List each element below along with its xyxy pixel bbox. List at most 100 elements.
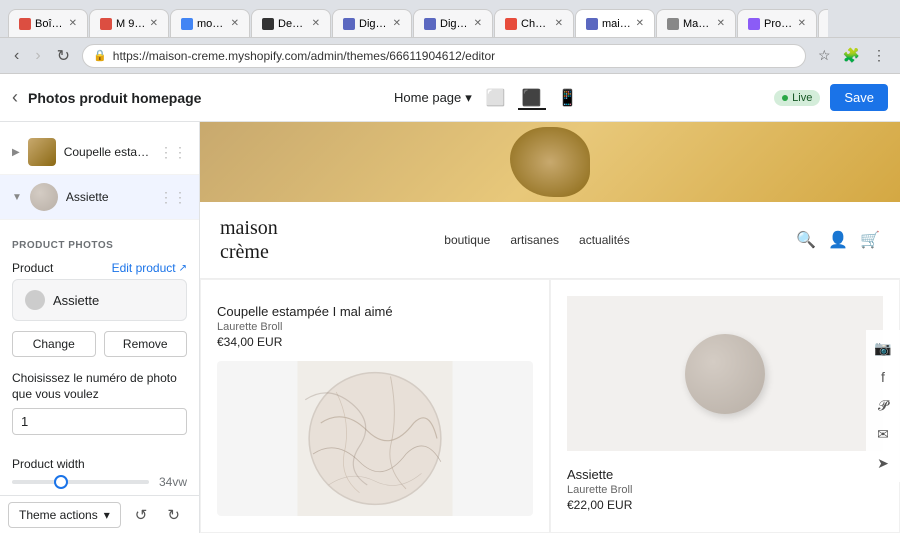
sidebar-chevron-down-icon: ▼ [12,192,22,203]
tab-digital2[interactable]: Digital …✕ [413,9,493,37]
facebook-icon[interactable]: f [872,369,894,385]
edit-product-link[interactable]: Edit product ↗ [112,261,187,275]
page-title: Photos produit homepage [28,90,201,106]
theme-actions-button[interactable]: Theme actions ▾ [8,502,121,528]
product-field-row: Product Edit product ↗ Assiette Change R… [12,261,187,357]
social-bar: 📷 f 𝓟 ✉ ➤ [866,330,900,482]
product1-name: Coupelle estampée I mal aimé [217,304,533,319]
mobile-viewport-button[interactable]: 📱 [554,86,582,110]
product1-maker: Laurette Broll [217,321,533,333]
nav-boutique[interactable]: boutique [444,233,490,247]
sidebar-avatar-assiette [30,183,58,211]
tab-projet[interactable]: Projet 2…✕ [737,9,817,37]
product-width-range-row: 34vw [12,475,187,489]
top-image-object [510,127,590,197]
product2-name: Assiette [567,467,883,482]
nav-back-button[interactable]: ‹ [10,45,23,67]
change-product-button[interactable]: Change [12,331,96,357]
live-label: Live [792,92,812,104]
remove-product-button[interactable]: Remove [104,331,188,357]
more-button[interactable]: ⋮ [868,45,890,66]
email-icon[interactable]: ✉ [872,426,894,443]
dropdown-arrow-icon: ▾ [104,508,110,522]
main-content: ▶ Coupelle estampée I … ⋮⋮ ▼ Assiette ⋮⋮… [0,122,900,533]
drag-handle-icon[interactable]: ⋮⋮ [159,144,187,161]
save-button[interactable]: Save [830,84,888,111]
tab-gmail2[interactable]: M 9 nouv…✕ [89,9,169,37]
sidebar-item-assiette[interactable]: ▼ Assiette ⋮⋮ [0,175,199,220]
home-page-selector[interactable]: Home page ▾ [394,86,472,110]
product-label-text: Product [12,261,53,275]
tab-gcalc[interactable]: G calcula…✕ [818,9,828,37]
tab-monco[interactable]: mon co…✕ [170,9,250,37]
product-photos-section-label: PRODUCT PHOTOS [12,240,187,251]
product-width-field: Product width 34vw [12,457,187,489]
tab-develo[interactable]: Develo:…✕ [251,9,331,37]
pinterest-icon[interactable]: 𝓟 [872,397,894,414]
product-cell-2: Assiette Laurette Broll €22,00 EUR [550,279,900,533]
product2-maker: Laurette Broll [567,484,883,496]
sidebar-avatar-coupelle [28,138,56,166]
nav-artisanes[interactable]: artisanes [510,233,559,247]
nav-actualites[interactable]: actualités [579,233,630,247]
app: ‹ Photos produit homepage Home page ▾ ⬜ … [0,74,900,533]
product1-info: Coupelle estampée I mal aimé Laurette Br… [217,296,533,353]
search-icon[interactable]: 🔍 [796,230,816,250]
product2-price: €22,00 EUR [567,498,883,512]
tab-digital1[interactable]: Digital …✕ [332,9,412,37]
back-button[interactable]: ‹ [12,87,18,108]
product1-image [217,361,533,516]
sidebar-chevron-icon: ▶ [12,147,20,158]
tab-gmail[interactable]: Boîte d…✕ [8,9,88,37]
product1-price: €34,00 EUR [217,335,533,349]
site-header: maison crème boutique artisanes actualit… [200,202,900,279]
browser-actions: ☆ 🧩 ⋮ [814,45,890,66]
external-link-icon: ↗ [179,263,187,274]
photo-number-input[interactable] [12,408,187,435]
logo-line2: crème [220,241,269,263]
product-width-slider[interactable] [12,480,149,484]
user-icon[interactable]: 👤 [828,230,848,250]
sidebar: ▶ Coupelle estampée I … ⋮⋮ ▼ Assiette ⋮⋮… [0,122,200,533]
top-image-strip [200,122,900,202]
bottom-bar: Theme actions ▾ ↺ ↻ [0,495,199,533]
address-bar[interactable]: 🔒 https://maison-creme.myshopify.com/adm… [82,44,806,68]
share-icon[interactable]: ➤ [872,455,894,472]
address-text: https://maison-creme.myshopify.com/admin… [113,49,795,63]
drag-handle-icon-2[interactable]: ⋮⋮ [159,189,187,206]
tab-manife[interactable]: Manife…✕ [656,9,736,37]
marble-svg [217,361,533,516]
tab-chef[interactable]: Chef d…✕ [494,9,574,37]
live-badge: Live [774,90,820,106]
site-nav: boutique artisanes actualités [278,233,796,247]
live-dot [782,95,788,101]
photo-number-label: Choisissez le numéro de photo que vous v… [12,371,187,402]
site-logo: maison crème [220,216,278,264]
product-btn-row: Change Remove [12,331,187,357]
tab-maison[interactable]: maison …✕ [575,9,655,37]
sidebar-item-label-assiette: Assiette [66,190,151,204]
viewport-btns: ⬜ ⬛ 📱 [482,86,582,110]
sidebar-item-coupelle[interactable]: ▶ Coupelle estampée I … ⋮⋮ [0,130,199,175]
address-bar-row: ‹ › ↻ 🔒 https://maison-creme.myshopify.c… [0,38,900,74]
header-right: Live Save [774,84,888,111]
desktop-viewport-button[interactable]: ⬜ [482,86,510,110]
nav-reload-button[interactable]: ↻ [53,44,74,68]
undo-button[interactable]: ↺ [129,502,154,528]
product-placeholder: Assiette [12,279,187,321]
product-grid: Coupelle estampée I mal aimé Laurette Br… [200,279,900,533]
app-header: ‹ Photos produit homepage Home page ▾ ⬜ … [0,74,900,122]
tablet-viewport-button[interactable]: ⬛ [518,86,546,110]
bookmark-button[interactable]: ☆ [814,45,835,66]
browser-tabs: Boîte d…✕ M 9 nouv…✕ mon co…✕ Develo:…✕ … [8,0,828,37]
home-page-label: Home page [394,90,461,105]
redo-button[interactable]: ↻ [161,502,186,528]
nav-forward-button[interactable]: › [31,45,44,67]
instagram-icon[interactable]: 📷 [872,340,894,357]
chevron-down-icon: ▾ [465,90,472,106]
product-width-value: 34vw [155,475,187,489]
cart-icon[interactable]: 🛒 [860,230,880,250]
extensions-button[interactable]: 🧩 [839,45,864,66]
photo-number-field: Choisissez le numéro de photo que vous v… [12,371,187,447]
edit-product-text: Edit product [112,261,176,275]
